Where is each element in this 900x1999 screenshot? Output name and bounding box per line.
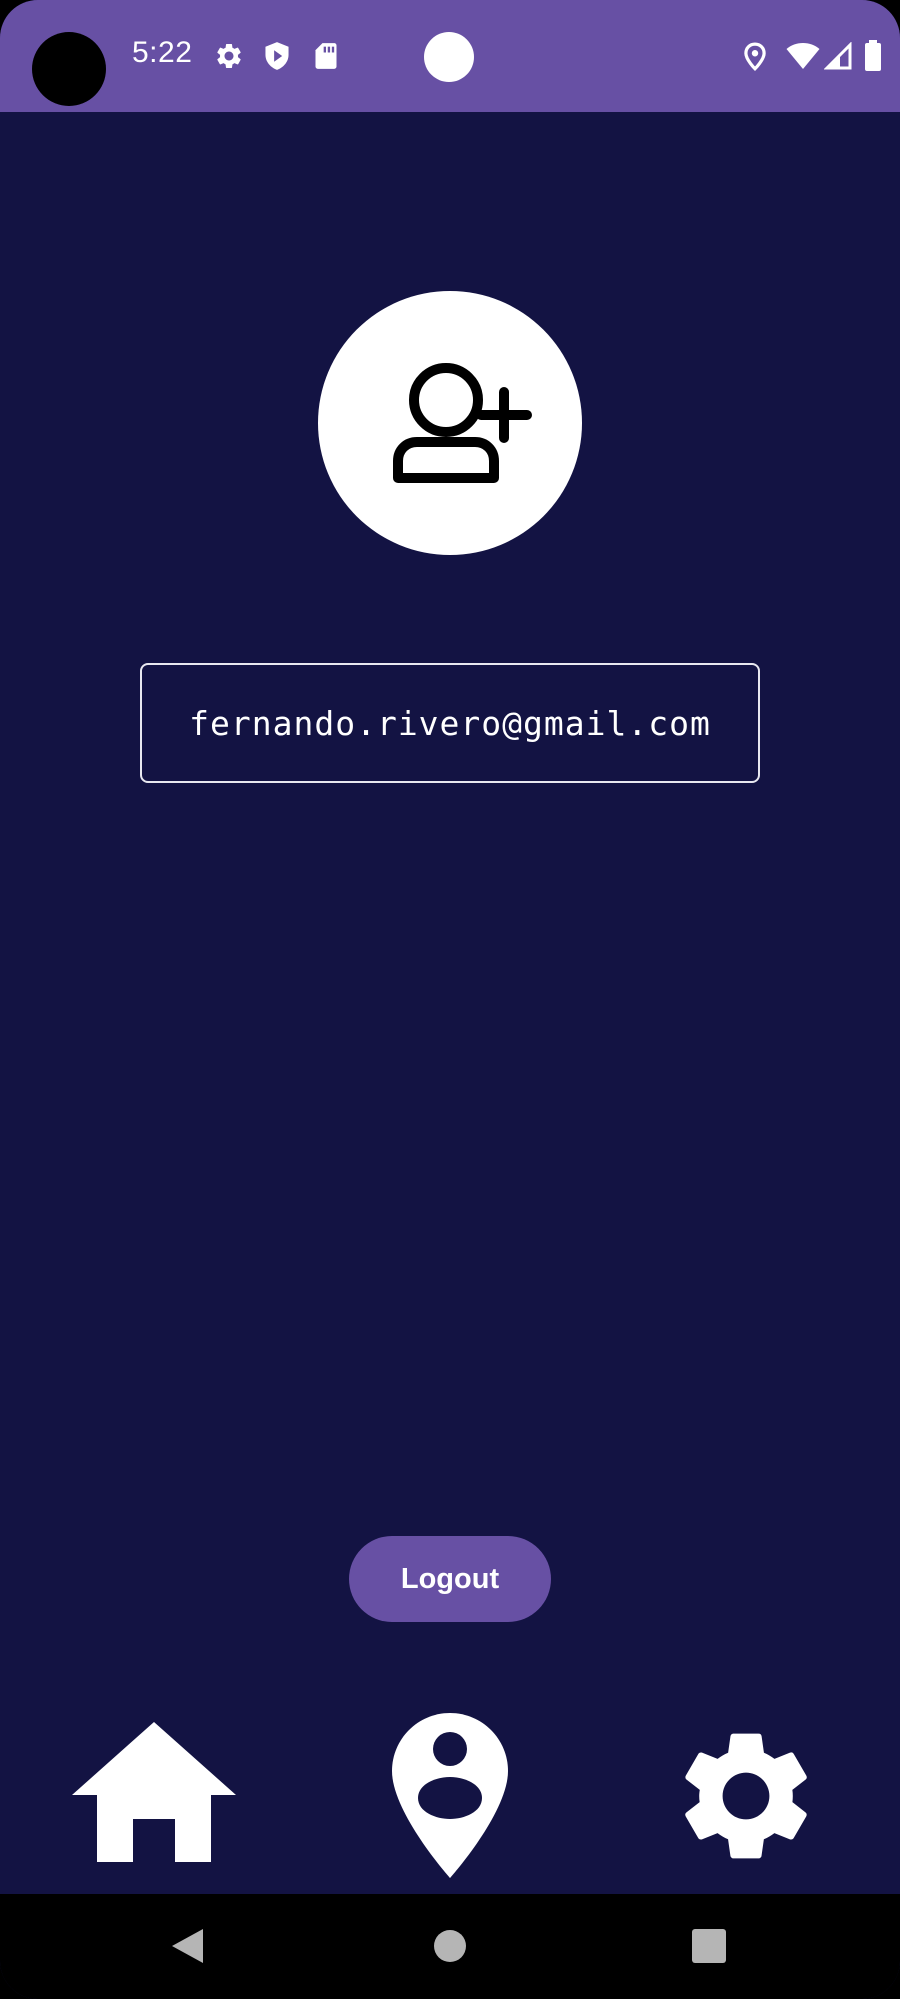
front-sensor xyxy=(424,32,474,82)
status-time: 5:22 xyxy=(132,36,193,69)
nav-home-button[interactable] xyxy=(72,1722,236,1862)
app-screen: 5:22 fernando.rivero@gmail.com Logout xyxy=(0,0,900,1999)
email-field[interactable]: fernando.rivero@gmail.com xyxy=(140,663,760,783)
location-icon xyxy=(742,42,768,72)
cellular-signal-icon xyxy=(824,42,852,70)
add-user-icon xyxy=(393,363,532,483)
email-value: fernando.rivero@gmail.com xyxy=(189,703,711,743)
status-bar: 5:22 xyxy=(0,0,900,112)
add-user-avatar-button[interactable] xyxy=(318,291,582,555)
logout-button[interactable]: Logout xyxy=(349,1536,551,1622)
battery-icon xyxy=(864,40,882,72)
nav-settings-button[interactable] xyxy=(668,1716,824,1876)
shield-play-icon xyxy=(263,41,291,71)
home-icon xyxy=(72,1722,236,1862)
settings-gear-icon xyxy=(685,1733,807,1859)
back-icon[interactable] xyxy=(172,1929,204,1963)
system-navigation-bar xyxy=(0,1894,900,1999)
gear-icon xyxy=(214,41,244,71)
wifi-icon xyxy=(786,42,820,70)
sd-card-icon xyxy=(314,42,338,70)
recents-icon[interactable] xyxy=(692,1929,726,1963)
nav-user-location-button[interactable] xyxy=(392,1713,508,1878)
camera-cutout xyxy=(32,32,106,106)
home-circle-icon[interactable] xyxy=(433,1929,467,1963)
user-location-pin-icon xyxy=(392,1713,508,1878)
